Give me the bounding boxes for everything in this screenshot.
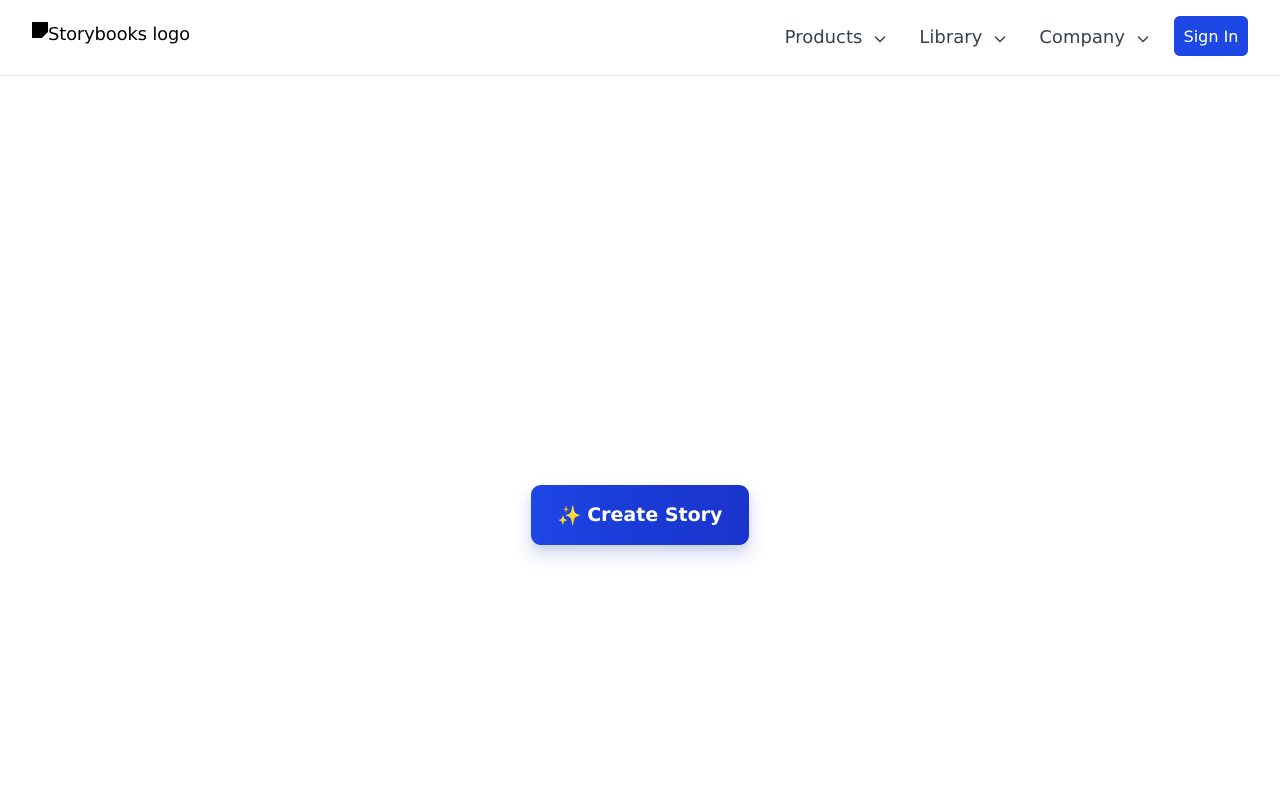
main-nav: Products Library Company Sign In	[785, 0, 1248, 76]
nav-company[interactable]: Company	[1039, 18, 1149, 58]
nav-products[interactable]: Products	[785, 18, 887, 58]
nav-products-label: Products	[784, 27, 863, 48]
sparkles-icon: ✨	[557, 504, 582, 527]
chevron-down-icon	[1137, 36, 1149, 43]
cta-container: ✨ Create Story	[531, 485, 749, 545]
nav-company-label: Company	[1039, 27, 1125, 48]
logo[interactable]: Storybooks logo	[32, 22, 190, 50]
logo-alt-text: Storybooks logo	[48, 24, 190, 45]
sign-in-button[interactable]: Sign In	[1174, 16, 1248, 56]
site-header: Storybooks logo Products Library Company…	[0, 0, 1280, 76]
chevron-down-icon	[875, 36, 886, 43]
nav-library[interactable]: Library	[919, 18, 1006, 58]
nav-library-label: Library	[919, 27, 983, 48]
chevron-down-icon	[995, 36, 1006, 43]
create-story-button[interactable]: ✨ Create Story	[531, 485, 749, 545]
broken-image-icon	[32, 22, 48, 38]
create-story-label: Create Story	[587, 504, 723, 526]
